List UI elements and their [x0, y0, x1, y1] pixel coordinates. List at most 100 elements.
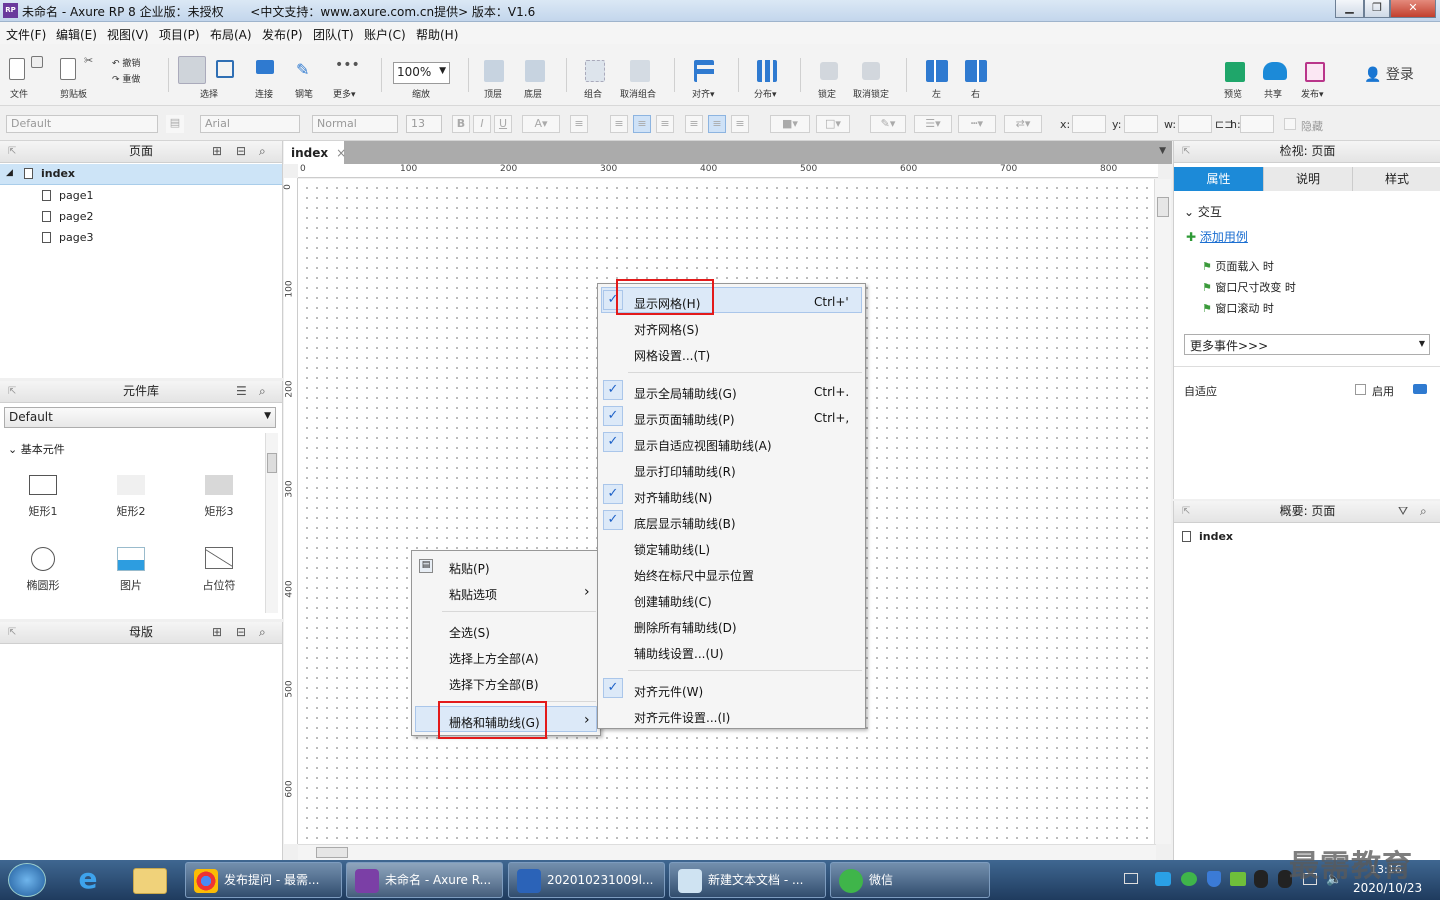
- style-select[interactable]: Default: [6, 115, 158, 133]
- tab-notes[interactable]: 说明: [1263, 167, 1352, 191]
- list-button[interactable]: ≡: [570, 115, 588, 133]
- hide-checkbox[interactable]: [1284, 118, 1296, 130]
- menu-team[interactable]: 团队(T): [313, 26, 354, 43]
- menu-item-paste-options[interactable]: 粘贴选项: [449, 586, 497, 603]
- underline-button[interactable]: U: [494, 115, 512, 133]
- menu-view[interactable]: 视图(V): [107, 26, 149, 43]
- menu-item-global-guides[interactable]: 显示全局辅助线(G): [634, 385, 737, 402]
- tab-properties[interactable]: 属性: [1174, 167, 1263, 191]
- group-icon[interactable]: [585, 60, 605, 82]
- menu-publish[interactable]: 发布(P): [262, 26, 303, 43]
- tree-item-page2[interactable]: page2: [42, 210, 93, 223]
- menu-item-paste[interactable]: 粘贴(P): [449, 560, 490, 577]
- menu-item-grid-settings[interactable]: 网格设置...(T): [634, 347, 710, 364]
- library-scrollbar[interactable]: [265, 433, 278, 613]
- menu-item-select-all[interactable]: 全选(S): [449, 624, 490, 641]
- shield-icon[interactable]: [1207, 871, 1221, 887]
- menu-item-guide-settings[interactable]: 辅助线设置...(U): [634, 645, 724, 662]
- menu-item-delete-guides[interactable]: 删除所有辅助线(D): [634, 619, 737, 636]
- italic-button[interactable]: I: [473, 115, 491, 133]
- search-icon[interactable]: ⌕: [259, 622, 266, 643]
- menu-item-guides-behind[interactable]: 底层显示辅助线(B): [634, 515, 736, 532]
- connect-icon[interactable]: [256, 60, 274, 74]
- folder-icon[interactable]: [133, 868, 167, 894]
- menu-item-snap-widget-settings[interactable]: 对齐元件设置...(I): [634, 709, 730, 726]
- add-page-icon[interactable]: ⊞: [212, 141, 222, 162]
- add-folder-icon[interactable]: ⊟: [236, 622, 246, 643]
- ie-icon[interactable]: e: [70, 864, 106, 896]
- tab-index[interactable]: index ×: [284, 141, 346, 164]
- taskbar-word[interactable]: 202010231009l...: [508, 862, 665, 898]
- send-bottom-icon[interactable]: [525, 60, 545, 82]
- valign-top-button[interactable]: ≡: [685, 115, 703, 133]
- more-events-select[interactable]: 更多事件>>> ▼: [1184, 334, 1430, 355]
- redo-button[interactable]: ↷ 重做: [112, 72, 140, 85]
- tree-item-page3[interactable]: page3: [42, 231, 93, 244]
- ungroup-icon[interactable]: [630, 60, 650, 82]
- paste-icon[interactable]: [60, 58, 76, 80]
- menu-item-print-guides[interactable]: 显示打印辅助线(R): [634, 463, 736, 480]
- widget-group-basic[interactable]: ⌄ 基本元件: [8, 441, 65, 457]
- collapse-icon[interactable]: ⇱: [8, 381, 16, 402]
- pen-icon[interactable]: ✎: [296, 60, 312, 79]
- preview-icon[interactable]: [1225, 62, 1245, 82]
- search-icon[interactable]: ⌕: [1420, 501, 1427, 522]
- lock-icon[interactable]: [820, 62, 838, 80]
- menu-layout[interactable]: 布局(A): [210, 26, 252, 43]
- widget-rect3[interactable]: 矩形3: [189, 475, 249, 519]
- menu-account[interactable]: 账户(C): [364, 26, 406, 43]
- fill-color-button[interactable]: ■▾: [770, 115, 810, 133]
- adaptive-enable-checkbox[interactable]: [1355, 384, 1366, 395]
- font-select[interactable]: Arial: [200, 115, 300, 133]
- valign-middle-button[interactable]: ≡: [708, 115, 726, 133]
- nvidia-icon[interactable]: [1230, 872, 1246, 886]
- right-pane-icon[interactable]: [965, 60, 987, 82]
- login-button[interactable]: 👤 登录: [1364, 64, 1414, 84]
- menu-help[interactable]: 帮助(H): [416, 26, 458, 43]
- tray-app-icon[interactable]: [1155, 872, 1171, 886]
- arrow-style-button[interactable]: ⇄▾: [1004, 115, 1042, 133]
- canvas-horizontal-scrollbar[interactable]: [298, 844, 1156, 860]
- x-input[interactable]: [1072, 115, 1106, 133]
- tree-item-index[interactable]: ◢ index: [0, 164, 282, 185]
- menu-item-adaptive-guides[interactable]: 显示自适应视图辅助线(A): [634, 437, 772, 454]
- bold-button[interactable]: B: [452, 115, 470, 133]
- add-folder-icon[interactable]: ⊟: [236, 141, 246, 162]
- shadow-button[interactable]: □▾: [816, 115, 850, 133]
- close-tab-icon[interactable]: ×: [336, 146, 346, 160]
- widget-placeholder[interactable]: 占位符: [189, 547, 249, 593]
- line-color-button[interactable]: ✎▾: [870, 115, 906, 133]
- widget-rect2[interactable]: 矩形2: [101, 475, 161, 519]
- menu-item-snap-grid[interactable]: 对齐网格(S): [634, 321, 699, 338]
- zoom-select[interactable]: 100% ▼: [393, 62, 450, 84]
- search-icon[interactable]: ⌕: [259, 141, 266, 162]
- canvas-vertical-scrollbar[interactable]: [1154, 179, 1171, 844]
- collapse-icon[interactable]: ⇱: [1182, 501, 1190, 522]
- scroll-thumb[interactable]: [316, 847, 348, 858]
- close-button[interactable]: ✕: [1390, 0, 1436, 18]
- scroll-thumb[interactable]: [1157, 197, 1169, 217]
- align-left-button[interactable]: ≡: [610, 115, 628, 133]
- menu-item-page-guides[interactable]: 显示页面辅助线(P): [634, 411, 735, 428]
- size-select[interactable]: 13: [406, 115, 442, 133]
- menu-item-ruler-position[interactable]: 始终在标尺中显示位置: [634, 567, 754, 584]
- align-icon[interactable]: [694, 60, 714, 82]
- font-color-button[interactable]: A▾: [522, 115, 560, 133]
- menu-item-select-above[interactable]: 选择上方全部(A): [449, 650, 539, 667]
- event-window-resize[interactable]: ⚑ 窗口尺寸改变 时: [1202, 279, 1296, 295]
- filter-icon[interactable]: ⛛: [1398, 501, 1408, 522]
- scroll-thumb[interactable]: [267, 453, 277, 473]
- valign-bottom-button[interactable]: ≡: [731, 115, 749, 133]
- widget-ellipse[interactable]: 椭圆形: [13, 547, 73, 593]
- outline-item-index[interactable]: index: [1182, 530, 1233, 543]
- publish-icon[interactable]: [1305, 62, 1325, 82]
- w-input[interactable]: [1178, 115, 1212, 133]
- menu-project[interactable]: 项目(P): [159, 26, 200, 43]
- interaction-section[interactable]: ⌄ 交互: [1184, 203, 1222, 220]
- collapse-icon[interactable]: ⇱: [1182, 141, 1190, 162]
- maximize-button[interactable]: ❐: [1364, 0, 1390, 18]
- adaptive-settings-icon[interactable]: [1413, 384, 1427, 394]
- align-right-button[interactable]: ≡: [656, 115, 674, 133]
- select-mode-icon[interactable]: [216, 60, 234, 78]
- distribute-icon[interactable]: [757, 60, 777, 82]
